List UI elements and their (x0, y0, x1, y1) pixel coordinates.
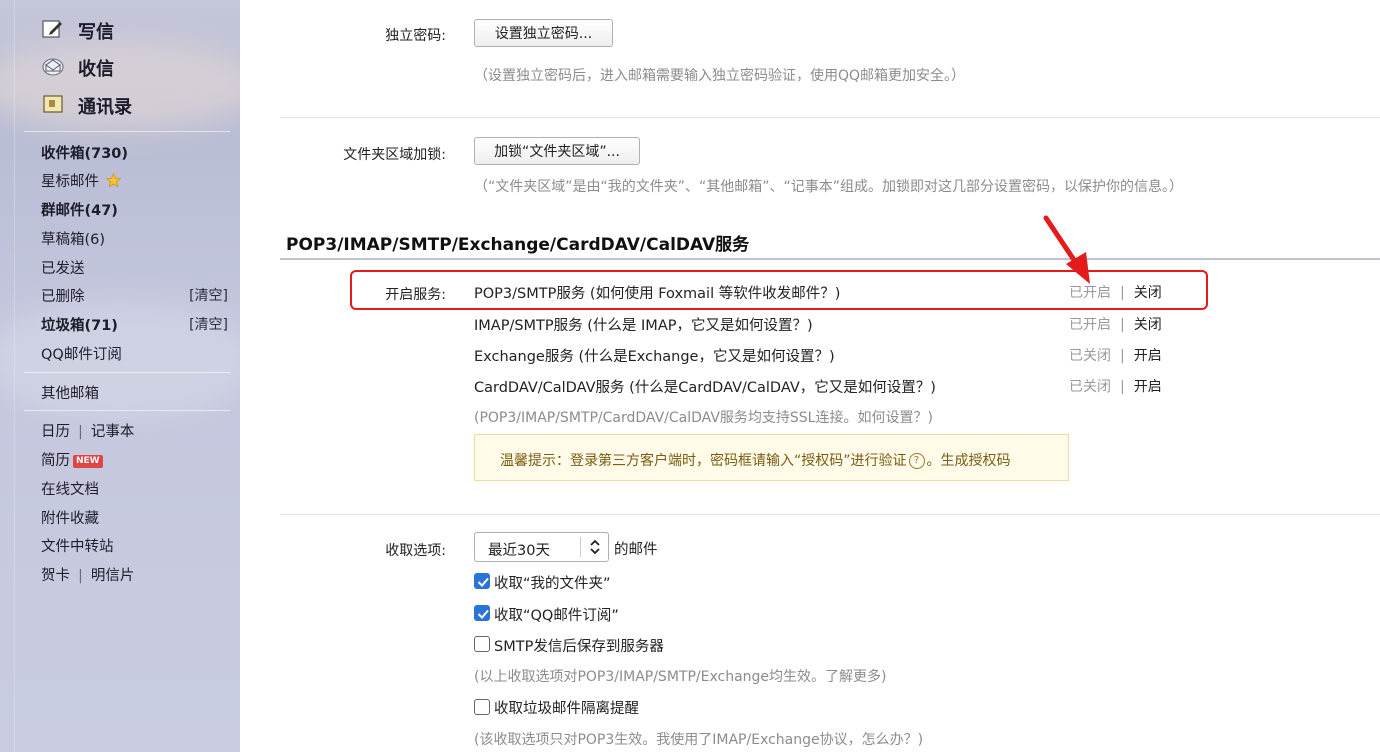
lock-folder-area-button[interactable]: 加锁“文件夹区域”... (474, 137, 640, 165)
folder-deleted[interactable]: 已删除 (41, 285, 85, 306)
other-mailboxes-link[interactable]: 其他邮箱 (41, 382, 99, 403)
help-question-icon[interactable]: ? (908, 453, 925, 469)
tip-text: 温馨提示：登录第三方客户端时，密码框请输入“授权码”进行验证 (500, 453, 907, 469)
updown-chevron-icon (590, 539, 600, 555)
folder-drafts[interactable]: 草稿箱(6) (41, 228, 105, 249)
independent-password-label: 独立密码: (385, 28, 446, 44)
folder-sent[interactable]: 已发送 (41, 257, 85, 278)
ssl-hint[interactable]: (POP3/IMAP/SMTP/CardDAV/CalDAV服务均支持SSL连接… (474, 407, 933, 427)
status-text: 已开启 (1069, 285, 1111, 301)
online-docs-link[interactable]: 在线文档 (41, 478, 99, 499)
folder-lock-label: 文件夹区域加锁: (343, 147, 446, 163)
section-divider (280, 258, 1380, 260)
set-independent-password-button[interactable]: 设置独立密码... (474, 19, 613, 47)
service-carddav-toggle[interactable]: 开启 (1134, 379, 1162, 395)
service-exchange-toggle[interactable]: 开启 (1134, 348, 1162, 364)
status-text: 已关闭 (1069, 348, 1111, 364)
service-imap-status: 已开启 | 关闭 (1069, 314, 1162, 334)
enable-services-label: 开启服务: (385, 287, 446, 303)
calendar-notes-row: 日历 | 记事本 (41, 420, 134, 441)
spam-option-hint[interactable]: (该收取选项只对POP3生效。我使用了IMAP/Exchange协议，怎么办？) (474, 729, 923, 749)
service-carddav-status: 已关闭 | 开启 (1069, 376, 1162, 396)
folder-group-mail[interactable]: 群邮件(47) (41, 199, 118, 220)
service-pop3-toggle[interactable]: 关闭 (1134, 285, 1162, 301)
empty-deleted-link[interactable]: [清空] (189, 285, 228, 305)
fetch-my-folders-checkbox[interactable] (474, 573, 490, 589)
fetch-subscriptions-label: 收取“QQ邮件订阅” (494, 608, 619, 624)
postcard-link[interactable]: 明信片 (91, 568, 135, 584)
sidebar-divider (24, 131, 230, 132)
generate-auth-code-link[interactable]: 。生成授权码 (927, 453, 1011, 469)
sidebar-divider (24, 410, 230, 411)
greeting-card-link[interactable]: 贺卡 (41, 568, 70, 584)
separator: | (1120, 317, 1125, 333)
service-carddav-caldav[interactable]: CardDAV/CalDAV服务 (什么是CardDAV/CalDAV，它又是如… (474, 376, 936, 397)
service-imap-smtp[interactable]: IMAP/SMTP服务 (什么是 IMAP，它又是如何设置？) (474, 314, 813, 335)
sidebar-divider (24, 372, 230, 373)
compose-label: 写信 (78, 22, 114, 43)
divider (280, 117, 1380, 118)
contacts-label: 通讯录 (78, 97, 132, 118)
services-section-title: POP3/IMAP/SMTP/Exchange/CardDAV/CalDAV服务 (286, 235, 750, 255)
attachments-link[interactable]: 附件收藏 (41, 507, 99, 528)
folder-inbox[interactable]: 收件箱(730) (41, 142, 128, 163)
fetch-my-folders-label: 收取“我的文件夹” (494, 576, 611, 592)
status-text: 已关闭 (1069, 379, 1111, 395)
service-exchange[interactable]: Exchange服务 (什么是Exchange，它又是如何设置？) (474, 345, 835, 366)
resume-label: 简历 (41, 453, 70, 469)
cards-row: 贺卡 | 明信片 (41, 564, 134, 585)
spam-quarantine-label: 收取垃圾邮件隔离提醒 (494, 701, 639, 717)
separator: | (1120, 379, 1125, 395)
service-imap-toggle[interactable]: 关闭 (1134, 317, 1162, 333)
sidebar-edge (14, 0, 15, 752)
smtp-save-to-server-checkbox[interactable] (474, 636, 490, 652)
after-select-text: 的邮件 (614, 542, 658, 558)
notes-link[interactable]: 记事本 (91, 424, 135, 440)
fetch-options-hint[interactable]: (以上收取选项对POP3/IMAP/SMTP/Exchange均生效。了解更多) (474, 666, 886, 686)
resume-link[interactable]: 简历 NEW (41, 449, 103, 470)
checkmark-icon (477, 609, 489, 619)
select-divider (580, 537, 581, 557)
receive-label: 收信 (78, 59, 114, 80)
independent-password-hint: （设置独立密码后，进入邮箱需要输入独立密码验证，使用QQ邮箱更加安全。） (474, 68, 966, 84)
settings-panel: 独立密码: 设置独立密码... （设置独立密码后，进入邮箱需要输入独立密码验证，… (248, 0, 1380, 752)
separator: | (78, 568, 83, 584)
checkmark-icon (477, 577, 489, 587)
folder-starred[interactable]: 星标邮件 (41, 170, 121, 191)
select-value: 最近30天 (488, 543, 550, 559)
sidebar: 写信 收信 通讯录 收件箱(730) 星标邮件 群邮件(47) 草稿箱(6) 已… (0, 0, 240, 752)
fetch-range-select[interactable]: 最近30天 (474, 532, 609, 562)
new-badge: NEW (73, 454, 103, 468)
spam-quarantine-checkbox[interactable] (474, 699, 490, 715)
separator: | (1120, 348, 1125, 364)
smtp-save-to-server-label: SMTP发信后保存到服务器 (494, 639, 664, 655)
red-arrow-icon (1043, 215, 1090, 284)
file-transfer-link[interactable]: 文件中转站 (41, 535, 114, 556)
inbox-envelope-icon (42, 58, 64, 76)
divider (280, 514, 1380, 515)
address-book-icon (43, 95, 63, 113)
auth-code-tip: 温馨提示：登录第三方客户端时，密码框请输入“授权码”进行验证? 。生成授权码 (474, 434, 1069, 481)
empty-spam-link[interactable]: [清空] (189, 314, 228, 334)
fetch-subscriptions-checkbox[interactable] (474, 605, 490, 621)
folder-subscriptions[interactable]: QQ邮件订阅 (41, 343, 122, 364)
calendar-link[interactable]: 日历 (41, 424, 70, 440)
folder-lock-hint: （“文件夹区域”是由“我的文件夹”、“其他邮箱”、“记事本”组成。加锁即对这几部… (474, 179, 1184, 195)
fetch-options-label: 收取选项: (385, 543, 446, 559)
service-exchange-status: 已关闭 | 开启 (1069, 345, 1162, 365)
folder-spam[interactable]: 垃圾箱(71) (41, 314, 118, 335)
tip-text-row: 温馨提示：登录第三方客户端时，密码框请输入“授权码”进行验证? 。生成授权码 (500, 450, 1011, 470)
service-pop3-status: 已开启 | 关闭 (1069, 282, 1162, 302)
separator: | (78, 424, 83, 440)
pencil-icon (42, 20, 62, 38)
status-text: 已开启 (1069, 317, 1111, 333)
folder-starred-label: 星标邮件 (41, 174, 99, 190)
separator: | (1120, 285, 1125, 301)
star-icon (105, 172, 121, 188)
service-pop3-smtp[interactable]: POP3/SMTP服务 (如何使用 Foxmail 等软件收发邮件？) (474, 282, 840, 303)
